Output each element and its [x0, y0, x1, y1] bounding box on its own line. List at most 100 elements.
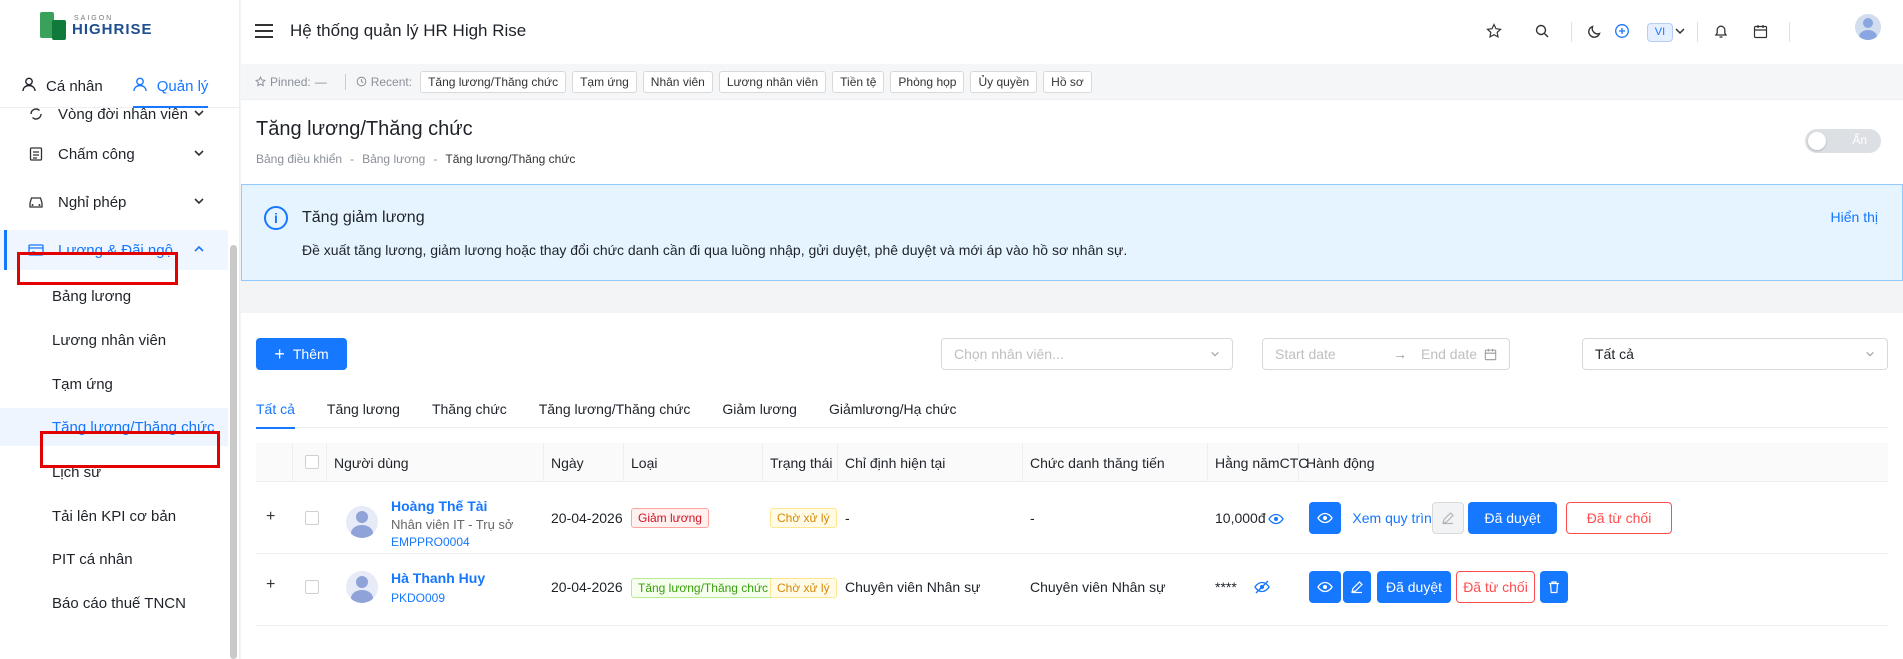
user-code[interactable]: PKDO009 [391, 591, 445, 605]
search-icon[interactable] [1531, 20, 1553, 42]
view-button[interactable] [1309, 571, 1341, 603]
tab-all[interactable]: Tất cả [256, 390, 295, 429]
sidebar-subitem-label: Lịch sử [52, 463, 102, 481]
status-select[interactable]: Tất cả [1582, 338, 1888, 370]
breadcrumb: Bảng điều khiển - Bảng lương - Tăng lươn… [256, 152, 575, 166]
recent-chip[interactable]: Ủy quyền [970, 70, 1038, 93]
recent-chip[interactable]: Hồ sơ [1043, 70, 1092, 93]
ctc-value: **** [1215, 579, 1237, 595]
current-title-cell: - [845, 510, 850, 526]
sidebar-subitem-kpi-upload[interactable]: Tải lên KPI cơ bản [0, 497, 228, 535]
sidebar-subitem-label: Lương nhân viên [52, 331, 167, 349]
view-flow-button[interactable]: Xem quy trình [1346, 502, 1446, 534]
sidebar-subitem-label: Báo cáo thuế TNCN [52, 594, 186, 612]
row-checkbox[interactable] [305, 511, 319, 525]
row-checkbox[interactable] [305, 580, 319, 594]
column-header: Loại [631, 454, 658, 471]
calendar-icon[interactable] [1749, 20, 1771, 42]
tab-decrease[interactable]: Giảm lương [722, 390, 797, 428]
plus-circle-icon[interactable] [1611, 20, 1633, 42]
edit-button-disabled[interactable] [1432, 502, 1464, 534]
main-content: Tăng lương/Thăng chức Bảng điều khiển - … [241, 100, 1903, 659]
sidebar-item-salary[interactable]: Lương & Đãi ngộ [0, 230, 228, 270]
tab-raise-promotion[interactable]: Tăng lương/Thăng chức [539, 390, 691, 428]
date-range-picker[interactable]: Start date → End date [1262, 338, 1510, 370]
car-icon [28, 194, 44, 210]
sidebar-item-leave[interactable]: Nghỉ phép [0, 182, 228, 222]
sidebar-subitem-payroll[interactable]: Bảng lương [0, 277, 228, 315]
user-name-link[interactable]: Hoàng Thế Tài [391, 498, 487, 514]
recent-chip[interactable]: Lương nhân viên [718, 70, 827, 93]
bell-icon[interactable] [1710, 20, 1732, 42]
user-avatar[interactable] [1855, 14, 1881, 40]
sidebar-subitem-employee-salary[interactable]: Lương nhân viên [0, 321, 228, 359]
sidebar-subitem-label: Tải lên KPI cơ bản [52, 507, 177, 525]
breadcrumb-item[interactable]: Bảng lương [362, 152, 425, 166]
eye-off-icon[interactable] [1254, 579, 1270, 595]
sidebar-subitem-tax-report[interactable]: Báo cáo thuế TNCN [0, 584, 228, 622]
recent-chip[interactable]: Phòng họp [890, 70, 965, 93]
salary-icon [28, 242, 44, 258]
sidebar-item-lifecycle[interactable]: Vòng đời nhân viên [0, 108, 228, 134]
sidebar-subitem-history[interactable]: Lịch sử [0, 453, 228, 491]
reject-button[interactable]: Đã từ chối [1456, 571, 1535, 603]
list-card: + Thêm Chọn nhân viên... Start date → En… [241, 313, 1903, 659]
start-date-input[interactable]: Start date [1275, 346, 1393, 362]
sidebar-subitem-advance[interactable]: Tạm ứng [0, 365, 228, 403]
select-all-checkbox[interactable] [305, 455, 319, 469]
row-expand-button[interactable]: + [266, 576, 275, 594]
employee-select[interactable]: Chọn nhân viên... [941, 338, 1233, 370]
avatar [346, 506, 378, 538]
column-header: Chức danh thăng tiến [1030, 454, 1165, 471]
logo-icon [38, 12, 68, 40]
sidebar: SAIGON HIGHRISE Cá nhân Quản lý Vòng đời… [0, 0, 240, 659]
end-date-input[interactable]: End date [1421, 346, 1477, 362]
star-icon[interactable] [1483, 20, 1505, 42]
view-button[interactable] [1309, 502, 1341, 534]
section-gap [241, 281, 1903, 313]
approve-button[interactable]: Đã duyệt [1377, 571, 1451, 603]
type-tag: Giảm lương [631, 508, 709, 528]
tab-promotion[interactable]: Thăng chức [432, 390, 507, 428]
user-name-link[interactable]: Hà Thanh Huy [391, 570, 485, 586]
info-show-link[interactable]: Hiển thị [1831, 209, 1878, 225]
column-header: Chỉ định hiện tại [845, 454, 946, 471]
reject-button[interactable]: Đã từ chối [1566, 502, 1672, 534]
cycle-icon [28, 108, 44, 122]
delete-button[interactable] [1540, 571, 1568, 603]
recent-chip[interactable]: Tăng lương/Thăng chức [420, 70, 567, 93]
sidebar-subitem-raise-promotion[interactable]: Tăng lương/Thăng chức [0, 408, 228, 446]
hide-toggle[interactable]: Ẩn [1805, 129, 1881, 153]
eye-icon[interactable] [1268, 511, 1284, 527]
approve-button[interactable]: Đã duyệt [1468, 502, 1557, 534]
mode-tab-personal[interactable]: Cá nhân [22, 66, 103, 106]
add-button[interactable]: + Thêm [256, 338, 347, 370]
recent-chip[interactable]: Tạm ứng [572, 70, 637, 93]
chevron-down-icon[interactable] [1669, 20, 1691, 42]
table-row: + Hà Thanh Huy PKDO009 20-04-2026 Tăng l… [256, 554, 1888, 626]
sidebar-scrollbar[interactable] [230, 245, 237, 659]
menu-toggle-icon[interactable] [255, 24, 273, 40]
sidebar-subitem-pit[interactable]: PIT cá nhân [0, 540, 228, 578]
row-expand-button[interactable]: + [266, 508, 275, 526]
toolbar-divider [1789, 22, 1790, 42]
sidebar-subitem-label: Bảng lương [52, 287, 132, 305]
info-title: Tăng giảm lương [302, 209, 425, 226]
tab-raise[interactable]: Tăng lương [327, 390, 400, 428]
recent-chip[interactable]: Tiền tệ [832, 70, 885, 93]
recent-chip[interactable]: Nhân viên [642, 70, 713, 93]
date-cell: 20-04-2026 [551, 510, 623, 526]
sidebar-item-timesheet[interactable]: Chấm công [0, 134, 228, 174]
brand-logo[interactable]: SAIGON HIGHRISE [38, 12, 153, 40]
tab-decrease-demotion[interactable]: Giảmlương/Hạ chức [829, 390, 957, 428]
eye-icon [1317, 581, 1333, 593]
column-header: Hằng nămCTC [1215, 454, 1309, 471]
mode-tab-manage[interactable]: Quản lý [132, 66, 208, 108]
edit-button[interactable] [1343, 571, 1371, 603]
breadcrumb-current: Tăng lương/Thăng chức [445, 152, 576, 166]
user-code[interactable]: EMPPRO0004 [391, 535, 470, 549]
page-title: Tăng lương/Thăng chức [256, 118, 473, 140]
moon-icon[interactable] [1584, 20, 1606, 42]
app-title: Hệ thống quản lý HR High Rise [290, 21, 527, 40]
breadcrumb-item[interactable]: Bảng điều khiển [256, 152, 342, 166]
